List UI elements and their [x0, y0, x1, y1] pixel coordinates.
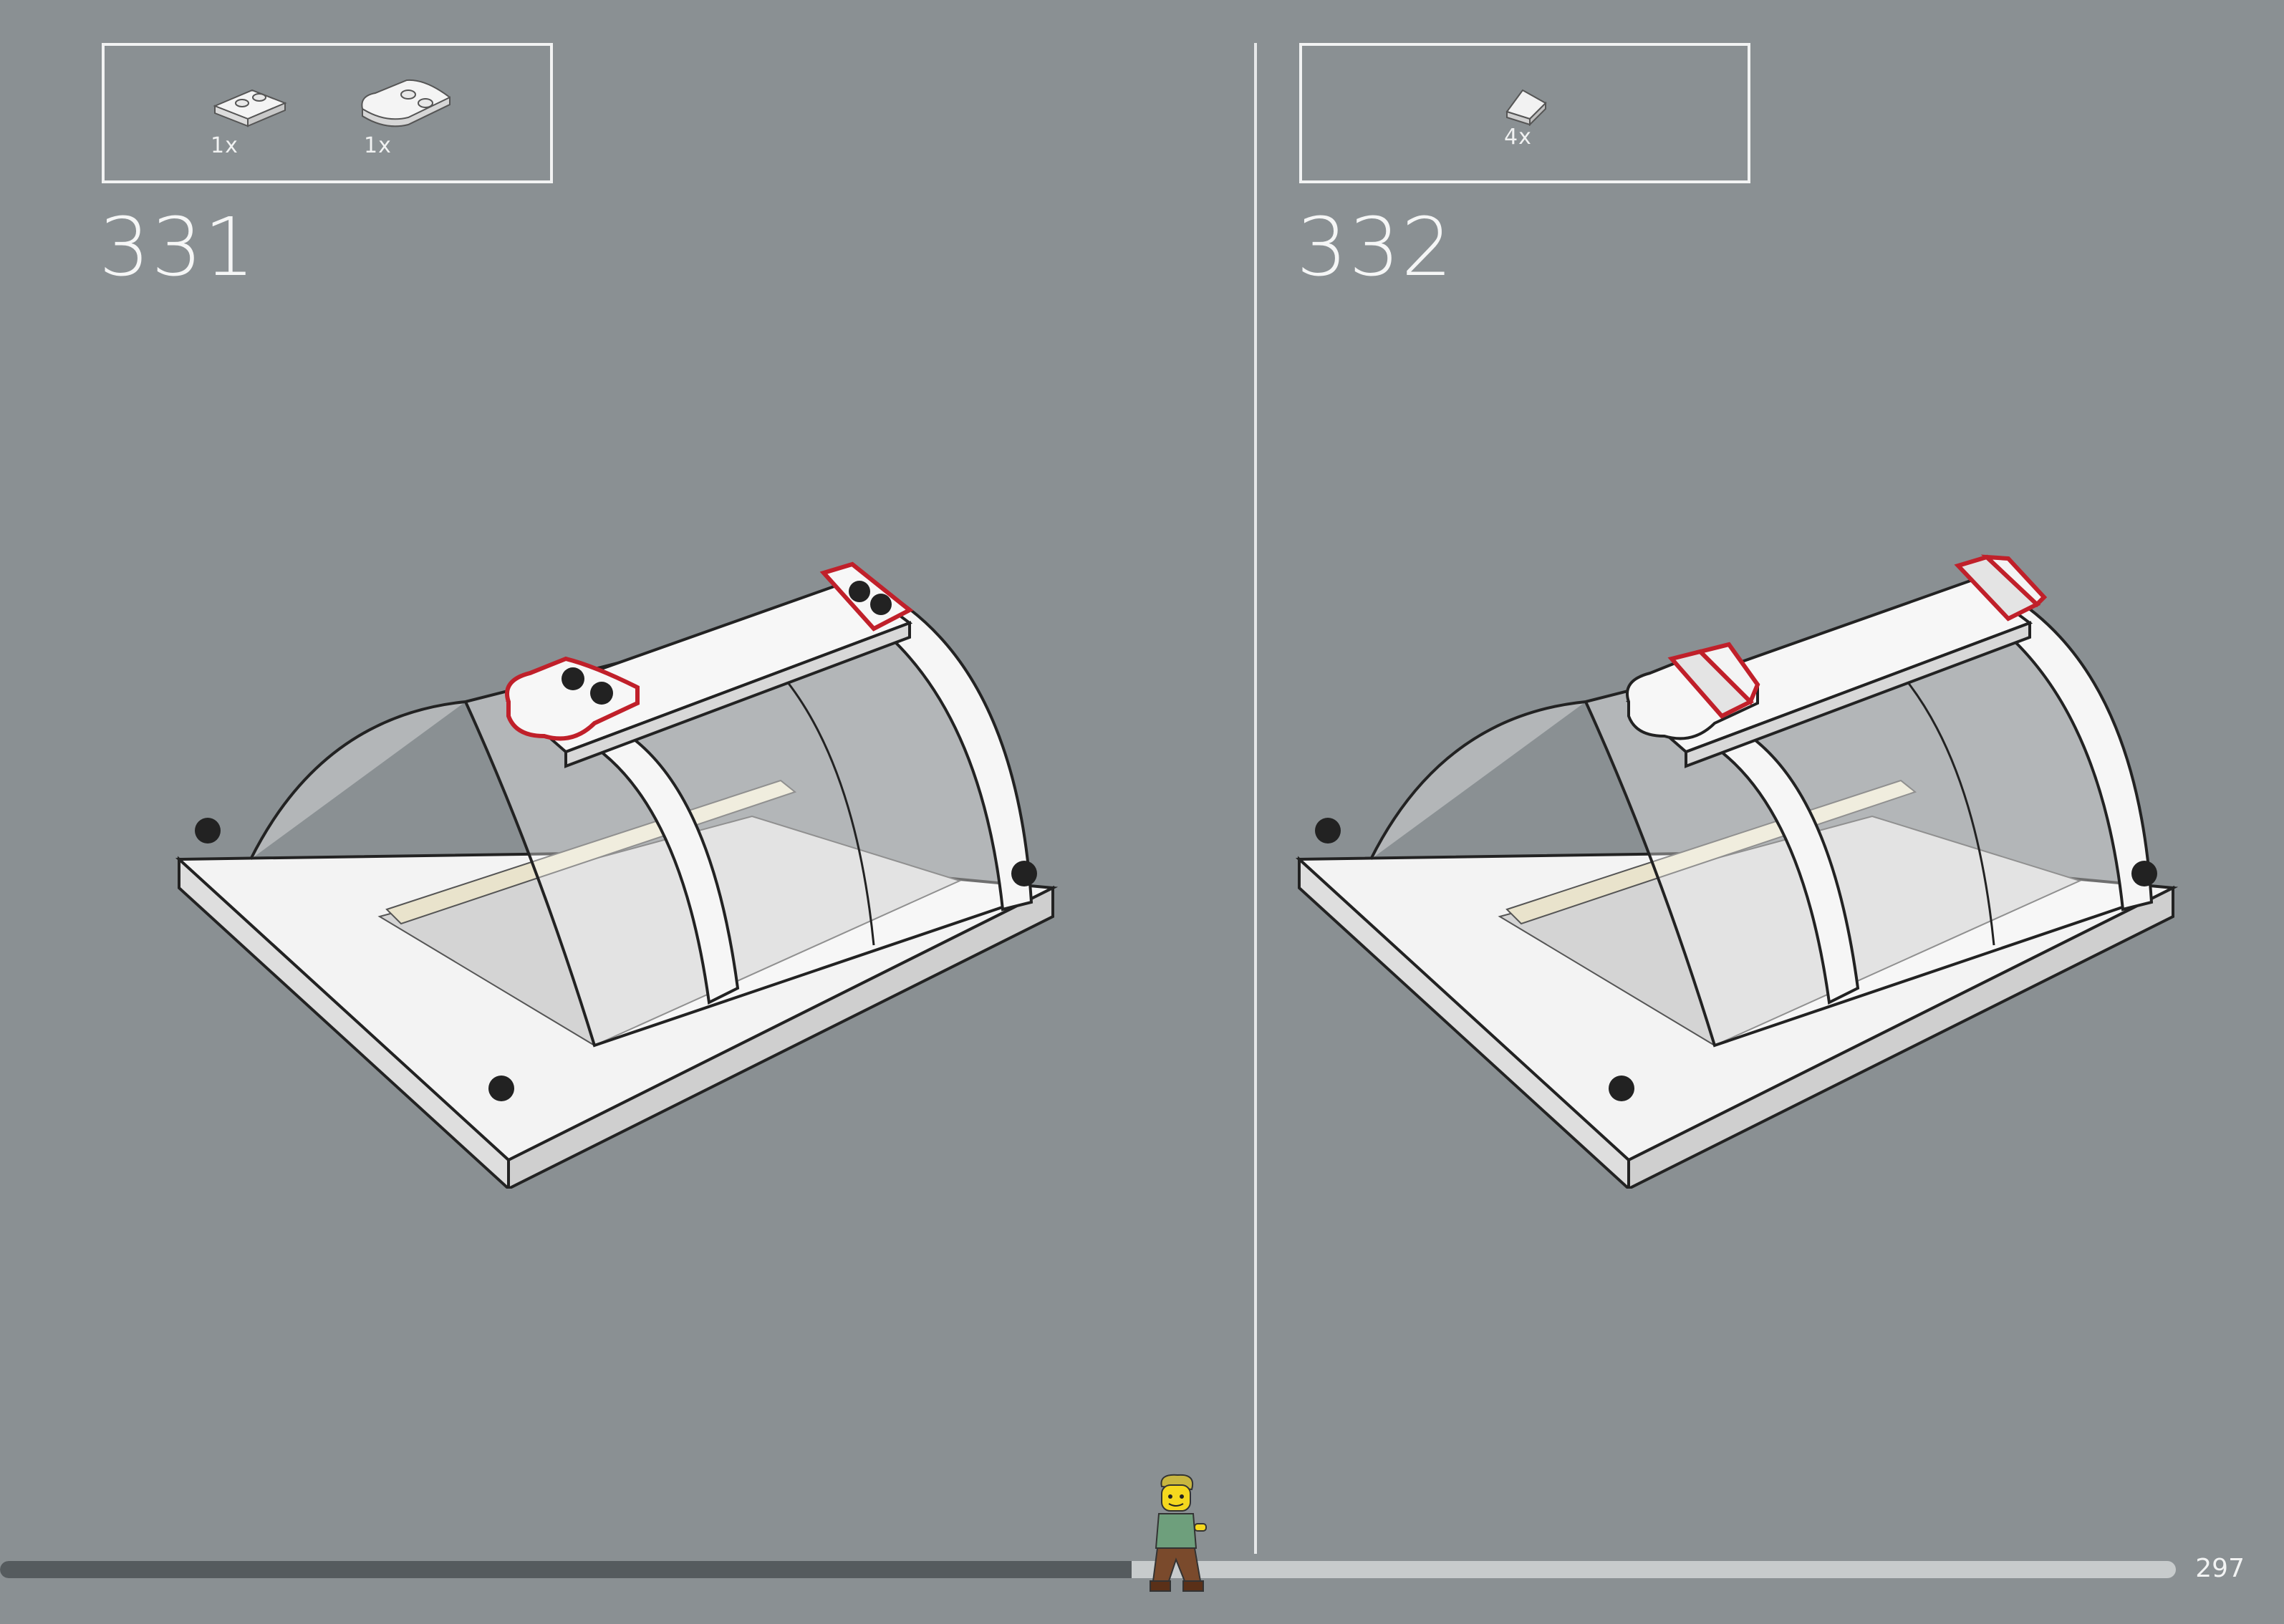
plate-1x2-icon [213, 89, 287, 127]
page-right: 4x 332 [1142, 0, 2283, 1624]
minifigure-progress-marker-icon [1150, 1474, 1207, 1592]
slope-1x1-icon [1505, 89, 1547, 126]
part-quantity: 1x [211, 133, 238, 158]
build-progress-bar [0, 1561, 2176, 1578]
step-number: 332 [1296, 201, 1454, 294]
greenhouse-model-step-331 [175, 561, 1059, 1189]
step-number: 331 [99, 201, 256, 294]
page-left: 1x 1x 331 [0, 0, 1142, 1624]
build-progress-fill [0, 1561, 1132, 1578]
part-quantity: 1x [364, 133, 392, 158]
wedge-plate-icon [361, 79, 450, 127]
part-quantity: 4x [1504, 125, 1532, 150]
greenhouse-model-step-332 [1295, 554, 2179, 1189]
page-number: 297 [2195, 1554, 2245, 1583]
parts-callout-box: 4x [1299, 43, 1750, 183]
parts-callout-box: 1x 1x [102, 43, 553, 183]
